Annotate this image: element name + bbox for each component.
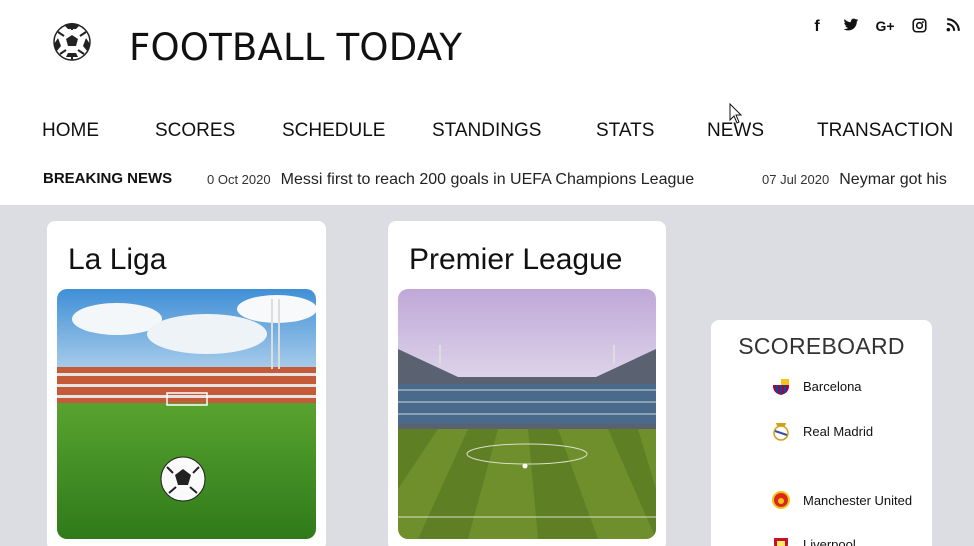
team-name[interactable]: Manchester United — [803, 493, 912, 508]
barcelona-crest-icon — [773, 379, 789, 395]
team-name[interactable]: Real Madrid — [803, 424, 873, 439]
stadium-with-ball-photo — [57, 289, 316, 539]
breaking-news-label: BREAKING NEWS — [43, 170, 173, 187]
site-header: FOOTBALL TODAY f G+ HOME SCORES SCHEDULE… — [0, 0, 974, 205]
news-headline[interactable]: Neymar got his — [839, 171, 947, 188]
league-card-la-liga[interactable]: La Liga — [47, 221, 326, 546]
nav-scores[interactable]: SCORES — [155, 120, 235, 142]
main-nav: HOME SCORES SCHEDULE STANDINGS STATS NEW… — [0, 120, 974, 148]
mouse-cursor-icon — [729, 103, 743, 124]
instagram-icon[interactable] — [902, 18, 936, 38]
news-item[interactable]: 0 Oct 2020 Messi first to reach 200 goals… — [207, 169, 694, 189]
breaking-news-ticker: BREAKING NEWS 0 Oct 2020 Messi first to r… — [0, 169, 974, 193]
site-title[interactable]: FOOTBALL TODAY — [129, 26, 462, 69]
news-headline[interactable]: Messi first to reach 200 goals in UEFA C… — [281, 171, 695, 188]
nav-stats[interactable]: STATS — [596, 120, 654, 142]
league-card-premier-league[interactable]: Premier League — [388, 221, 666, 546]
news-date: 0 Oct 2020 — [207, 172, 271, 187]
scoreboard-team[interactable]: Manchester United — [771, 489, 912, 511]
team-name[interactable]: Liverpool — [803, 537, 856, 546]
card-title[interactable]: Premier League — [409, 243, 622, 277]
scoreboard-team[interactable]: Barcelona — [771, 375, 862, 397]
scoreboard-team[interactable]: Liverpool — [771, 533, 856, 546]
scoreboard-title: SCOREBOARD — [738, 333, 905, 359]
google-plus-icon[interactable]: G+ — [868, 18, 902, 38]
scoreboard-team[interactable]: Real Madrid — [771, 420, 873, 442]
twitter-icon[interactable] — [834, 18, 868, 38]
soccer-ball-icon[interactable] — [52, 22, 92, 62]
real-madrid-crest-icon — [773, 423, 789, 441]
nav-transaction[interactable]: TRANSACTION — [817, 120, 953, 142]
facebook-icon[interactable]: f — [800, 18, 834, 38]
manchester-united-crest-icon — [772, 491, 790, 509]
team-name[interactable]: Barcelona — [803, 379, 862, 394]
liverpool-crest-icon — [774, 538, 788, 546]
nav-standings[interactable]: STANDINGS — [432, 120, 541, 142]
social-links: f G+ — [800, 18, 970, 38]
nav-schedule[interactable]: SCHEDULE — [282, 120, 385, 142]
news-date: 07 Jul 2020 — [762, 172, 830, 187]
rss-icon[interactable] — [936, 18, 970, 38]
scoreboard-panel: SCOREBOARD Barcelona Real Madrid Manches… — [711, 320, 932, 546]
card-title[interactable]: La Liga — [68, 243, 166, 277]
stadium-pitch-photo — [398, 289, 656, 539]
nav-home[interactable]: HOME — [42, 120, 99, 142]
news-item[interactable]: 07 Jul 2020 Neymar got his — [762, 169, 947, 189]
